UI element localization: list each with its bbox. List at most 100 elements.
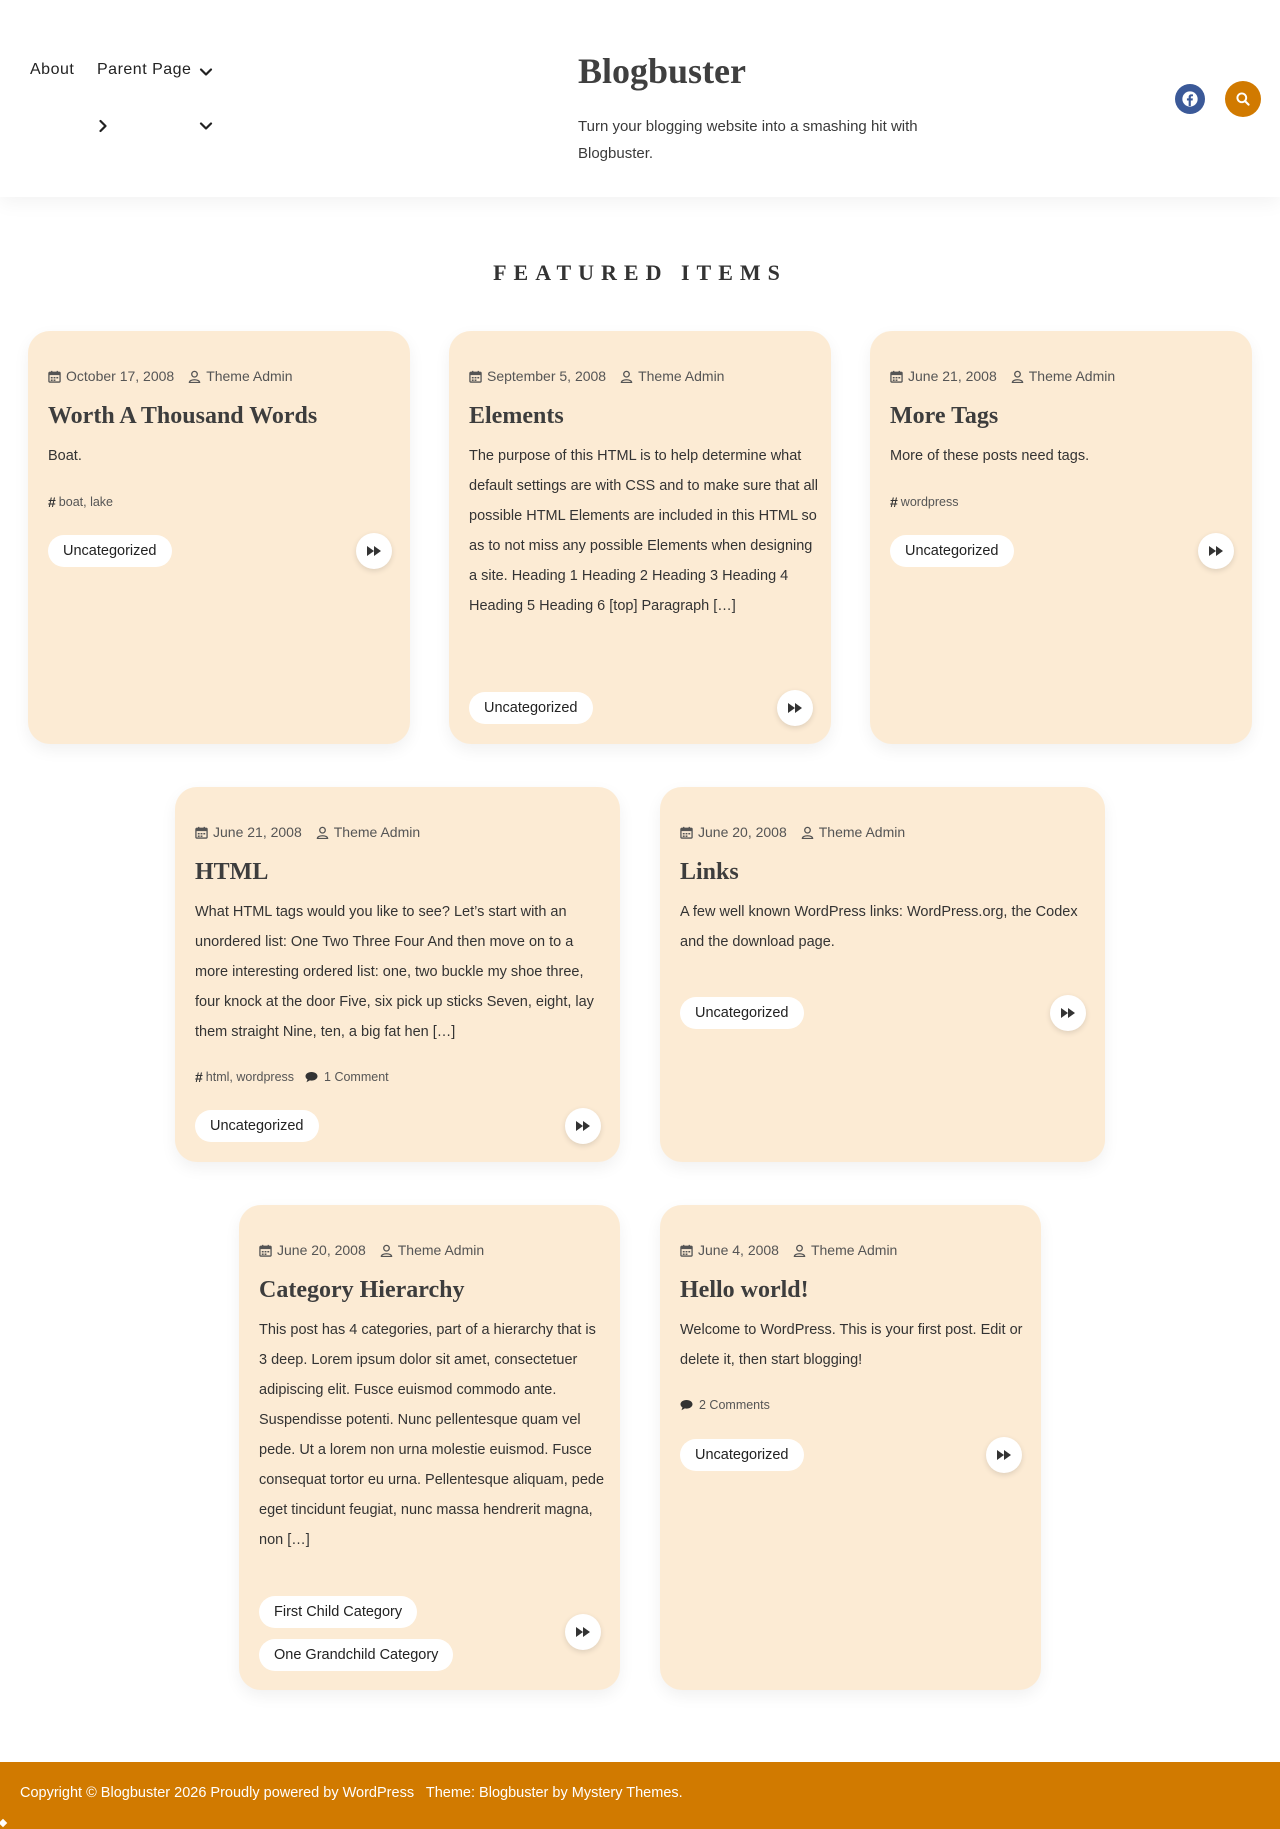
- hashtag-icon: #: [48, 494, 56, 510]
- comment-icon: [680, 1400, 693, 1411]
- chevron-down-icon[interactable]: [198, 64, 214, 80]
- category-pill[interactable]: Uncategorized: [469, 692, 593, 724]
- comment-count[interactable]: 2 Comments: [680, 1398, 770, 1412]
- fast-forward-icon[interactable]: [777, 690, 813, 726]
- category-pill[interactable]: Uncategorized: [195, 1110, 319, 1142]
- post-card: June 4, 2008 Theme Admin Hello world! We…: [660, 1205, 1041, 1690]
- post-author[interactable]: Theme Admin: [206, 368, 292, 384]
- post-title[interactable]: Elements: [469, 400, 564, 432]
- post-date[interactable]: September 5, 2008: [487, 368, 606, 384]
- post-date[interactable]: June 21, 2008: [213, 824, 302, 840]
- site-branding: Blogbuster: [578, 50, 746, 92]
- post-date[interactable]: June 21, 2008: [908, 368, 997, 384]
- footer-copyright[interactable]: Copyright © Blogbuster 2026 Proudly powe…: [20, 1785, 414, 1801]
- post-excerpt: Welcome to WordPress. This is your first…: [680, 1322, 1023, 1368]
- post-author[interactable]: Theme Admin: [819, 824, 905, 840]
- tag-links[interactable]: boat, lake: [59, 495, 113, 509]
- section-title: FEATURED ITEMS: [493, 260, 787, 285]
- category-pill[interactable]: First Child Category: [259, 1596, 418, 1628]
- fast-forward-icon[interactable]: [1198, 533, 1234, 569]
- site-header: About Parent Page Blogbuster Turn your b…: [0, 0, 1280, 197]
- calendar-icon: [195, 826, 208, 839]
- tag-links[interactable]: wordpress: [901, 495, 959, 509]
- fast-forward-icon[interactable]: [986, 1437, 1022, 1473]
- post-excerpt: More of these posts need tags.: [890, 448, 1090, 464]
- post-meta: September 5, 2008 Theme Admin: [469, 368, 724, 384]
- post-card: September 5, 2008 Theme Admin Elements T…: [449, 331, 831, 744]
- post-tags: # wordpress: [890, 494, 958, 510]
- footer-theme-credit[interactable]: Theme: Blogbuster by Mystery Themes.: [426, 1785, 683, 1801]
- post-tags: 2 Comments: [680, 1398, 770, 1412]
- facebook-icon[interactable]: [1175, 84, 1205, 114]
- post-title[interactable]: More Tags: [890, 400, 998, 432]
- chevron-right-icon[interactable]: [95, 118, 111, 134]
- post-title[interactable]: HTML: [195, 856, 268, 888]
- category-pill[interactable]: Uncategorized: [890, 535, 1014, 567]
- user-icon: [1011, 370, 1024, 383]
- post-author[interactable]: Theme Admin: [334, 824, 420, 840]
- post-date[interactable]: June 20, 2008: [698, 824, 787, 840]
- comment-count-label[interactable]: 2 Comments: [699, 1398, 770, 1412]
- fast-forward-icon[interactable]: [356, 533, 392, 569]
- calendar-icon: [469, 370, 482, 383]
- post-card: June 20, 2008 Theme Admin Category Hiera…: [239, 1205, 620, 1690]
- calendar-icon: [680, 826, 693, 839]
- fast-forward-icon[interactable]: [1050, 995, 1086, 1031]
- post-meta: October 17, 2008 Theme Admin: [48, 368, 293, 384]
- post-meta: June 21, 2008 Theme Admin: [890, 368, 1115, 384]
- category-pill[interactable]: Uncategorized: [680, 997, 804, 1029]
- tag-links[interactable]: html, wordpress: [206, 1070, 294, 1084]
- hashtag-icon: #: [890, 494, 898, 510]
- comment-count-label[interactable]: 1 Comment: [324, 1070, 389, 1084]
- search-icon[interactable]: [1225, 81, 1261, 117]
- post-meta: June 20, 2008 Theme Admin: [259, 1242, 484, 1258]
- fast-forward-icon[interactable]: [565, 1108, 601, 1144]
- site-title[interactable]: Blogbuster: [578, 51, 746, 91]
- calendar-icon: [48, 370, 61, 383]
- post-date[interactable]: October 17, 2008: [66, 368, 174, 384]
- post-excerpt: The purpose of this HTML is to help dete…: [469, 448, 818, 614]
- post-title[interactable]: Worth A Thousand Words: [48, 400, 317, 432]
- post-date[interactable]: June 20, 2008: [277, 1242, 366, 1258]
- post-title[interactable]: Hello world!: [680, 1274, 809, 1306]
- post-excerpt: A few well known WordPress links: WordPr…: [680, 904, 1078, 950]
- footer-text: Copyright © Blogbuster 2026 Proudly powe…: [20, 1785, 691, 1801]
- nav-item-about[interactable]: About: [30, 61, 74, 79]
- post-tags: # html, wordpress 1 Comment: [195, 1069, 389, 1085]
- post-excerpt: Boat.: [48, 448, 82, 464]
- user-icon: [380, 1244, 393, 1257]
- post-author[interactable]: Theme Admin: [638, 368, 724, 384]
- post-author[interactable]: Theme Admin: [398, 1242, 484, 1258]
- post-author[interactable]: Theme Admin: [811, 1242, 897, 1258]
- category-pill[interactable]: Uncategorized: [48, 535, 172, 567]
- comment-icon: [305, 1072, 318, 1083]
- site-footer: Copyright © Blogbuster 2026 Proudly powe…: [0, 1762, 1280, 1829]
- calendar-icon: [890, 370, 903, 383]
- calendar-icon: [259, 1244, 272, 1257]
- post-date[interactable]: June 4, 2008: [698, 1242, 779, 1258]
- user-icon: [793, 1244, 806, 1257]
- category-pill[interactable]: Uncategorized: [680, 1439, 804, 1471]
- site-tagline: Turn your blogging website into a smashi…: [578, 118, 918, 162]
- post-card: June 21, 2008 Theme Admin More Tags More…: [870, 331, 1252, 744]
- comment-count[interactable]: 1 Comment: [305, 1070, 389, 1084]
- post-meta: June 21, 2008 Theme Admin: [195, 824, 420, 840]
- post-excerpt: What HTML tags would you like to see? Le…: [195, 904, 594, 1040]
- post-card: October 17, 2008 Theme Admin Worth A Tho…: [28, 331, 410, 744]
- fast-forward-icon[interactable]: [565, 1614, 601, 1650]
- user-icon: [801, 826, 814, 839]
- category-pill[interactable]: One Grandchild Category: [259, 1639, 454, 1671]
- chevron-down-icon[interactable]: [198, 118, 214, 134]
- post-title[interactable]: Category Hierarchy: [259, 1274, 465, 1306]
- post-excerpt: This post has 4 categories, part of a hi…: [259, 1322, 605, 1548]
- post-tags: # boat, lake: [48, 494, 113, 510]
- hashtag-icon: #: [195, 1069, 203, 1085]
- post-card: June 20, 2008 Theme Admin Links A few we…: [660, 787, 1105, 1162]
- post-meta: June 20, 2008 Theme Admin: [680, 824, 905, 840]
- post-meta: June 4, 2008 Theme Admin: [680, 1242, 897, 1258]
- post-title[interactable]: Links: [680, 856, 739, 888]
- user-icon: [620, 370, 633, 383]
- post-card: June 21, 2008 Theme Admin HTML What HTML…: [175, 787, 620, 1162]
- nav-item-parent-page[interactable]: Parent Page: [97, 61, 191, 79]
- post-author[interactable]: Theme Admin: [1029, 368, 1115, 384]
